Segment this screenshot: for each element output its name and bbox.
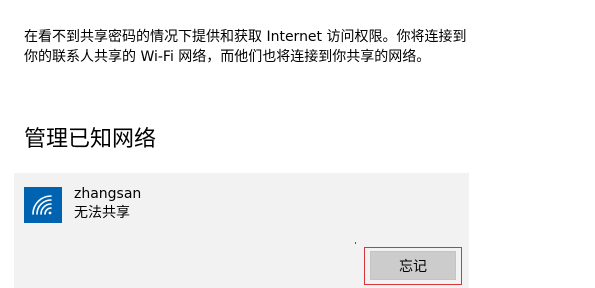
forget-button[interactable]: 忘记	[370, 251, 456, 280]
wifi-signal-glyph	[32, 195, 52, 215]
network-name: zhangsan	[74, 186, 142, 202]
wifi-icon	[24, 187, 62, 223]
forget-button-focus-ring: 忘记	[364, 247, 462, 285]
separator-dot	[355, 242, 356, 244]
manage-known-networks-heading: 管理已知网络	[24, 127, 157, 152]
wifi-sense-settings-page: 在看不到共享密码的情况下提供和获取 Internet 访问权限。你将连接到你的联…	[0, 0, 595, 288]
wifi-sharing-description: 在看不到共享密码的情况下提供和获取 Internet 访问权限。你将连接到你的联…	[24, 29, 467, 65]
known-network-item[interactable]: zhangsan 无法共享 忘记	[14, 173, 469, 288]
network-share-status: 无法共享	[74, 205, 130, 221]
